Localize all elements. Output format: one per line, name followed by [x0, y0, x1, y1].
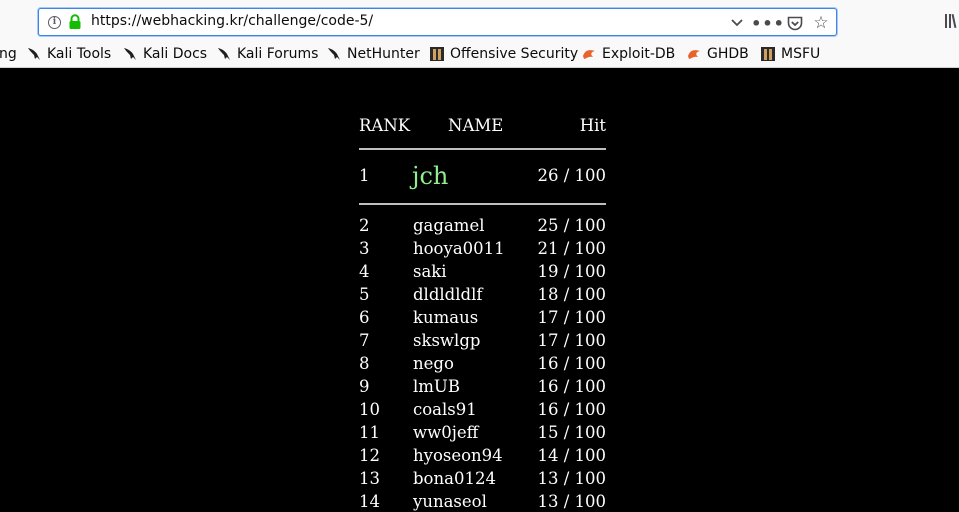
- name-cell: yunaseol: [413, 492, 487, 511]
- first-place-hit: 26 / 100: [537, 166, 606, 185]
- bookmark-item[interactable]: ng: [0, 44, 17, 64]
- name-cell: ww0jeff: [413, 423, 479, 442]
- bookmark-label: NetHunter: [347, 46, 420, 62]
- hit-cell: 18 / 100: [537, 285, 606, 304]
- rank-cell: 5: [359, 285, 370, 304]
- url-text[interactable]: https://webhacking.kr/challenge/code-5/: [91, 13, 373, 29]
- rank-cell: 13: [359, 469, 380, 488]
- more-actions-icon[interactable]: •••: [751, 13, 784, 33]
- bookmark-label: ng: [0, 46, 17, 62]
- address-bar[interactable]: i https://webhacking.kr/challenge/code-5…: [38, 8, 837, 36]
- hit-cell: 16 / 100: [537, 377, 606, 396]
- rank-cell: 7: [359, 331, 370, 350]
- first-place-name: jch: [412, 162, 449, 190]
- hit-cell: 15 / 100: [537, 423, 606, 442]
- hit-cell: 13 / 100: [537, 469, 606, 488]
- kali-dragon-icon: [28, 48, 40, 60]
- bookmark-exploit-db[interactable]: Exploit-DB: [581, 44, 675, 64]
- pocket-icon[interactable]: [786, 13, 804, 33]
- rank-header: RANK: [359, 116, 411, 135]
- name-cell: dldldldlf: [413, 285, 483, 304]
- bookmark-label: Exploit-DB: [602, 46, 676, 62]
- name-cell: saki: [413, 262, 447, 281]
- hit-cell: 13 / 100: [537, 492, 606, 511]
- hit-cell: 25 / 100: [537, 216, 606, 235]
- name-cell: bona0124: [413, 469, 496, 488]
- bookmark-label: MSFU: [781, 46, 821, 62]
- browser-toolbar: i https://webhacking.kr/challenge/code-5…: [0, 0, 959, 68]
- bookmark-label: Kali Forums: [237, 46, 319, 62]
- name-cell: lmUB: [413, 377, 460, 396]
- lock-icon[interactable]: [68, 14, 82, 30]
- first-place-rank: 1: [359, 166, 370, 185]
- rank-cell: 12: [359, 446, 380, 465]
- name-cell: hooya0011: [413, 239, 505, 258]
- name-cell: kumaus: [413, 308, 479, 327]
- page-content: RANK NAME Hit 1 jch 26 / 100 2 gagamel 2…: [0, 68, 959, 512]
- exploitdb-icon: [688, 50, 700, 59]
- exploitdb-icon: [583, 50, 595, 59]
- name-cell: gagamel: [413, 216, 485, 235]
- bookmark-offensive-security[interactable]: Offensive Security: [429, 44, 578, 64]
- name-cell: skswlgp: [413, 331, 481, 350]
- chevron-down-icon[interactable]: [729, 13, 745, 33]
- rank-cell: 9: [359, 377, 370, 396]
- rank-cell: 8: [359, 354, 370, 373]
- name-cell: hyoseon94: [413, 446, 503, 465]
- hit-header: Hit: [579, 116, 606, 135]
- bookmark-kali-docs[interactable]: Kali Docs: [122, 44, 207, 64]
- hit-cell: 17 / 100: [537, 308, 606, 327]
- rank-cell: 10: [359, 400, 380, 419]
- site-info-icon[interactable]: i: [48, 16, 61, 29]
- bookmark-kali-forums[interactable]: Kali Forums: [216, 44, 318, 64]
- kali-dragon-icon: [218, 48, 230, 60]
- rank-cell: 3: [359, 239, 370, 258]
- hit-cell: 19 / 100: [537, 262, 606, 281]
- name-cell: nego: [413, 354, 454, 373]
- offsec-icon: [430, 47, 444, 61]
- bookmark-label: Kali Docs: [143, 46, 208, 62]
- name-header: NAME: [448, 116, 504, 135]
- hit-cell: 16 / 100: [537, 400, 606, 419]
- hit-cell: 21 / 100: [537, 239, 606, 258]
- hit-cell: 17 / 100: [537, 331, 606, 350]
- name-cell: coals91: [413, 400, 477, 419]
- offsec-icon: [761, 47, 775, 61]
- kali-dragon-icon: [328, 48, 340, 60]
- bookmark-label: GHDB: [707, 46, 749, 62]
- rank-cell: 6: [359, 308, 370, 327]
- bookmark-star-icon[interactable]: ☆: [812, 13, 830, 33]
- rank-cell: 11: [359, 423, 380, 442]
- bookmark-label: Kali Tools: [47, 46, 112, 62]
- divider: [359, 203, 606, 205]
- bookmark-msfu[interactable]: MSFU: [760, 44, 820, 64]
- bookmark-label: Offensive Security: [450, 46, 579, 62]
- rank-cell: 4: [359, 262, 370, 281]
- bookmark-nethunter[interactable]: NetHunter: [326, 44, 420, 64]
- library-icon[interactable]: [944, 12, 959, 30]
- bookmark-kali-tools[interactable]: Kali Tools: [26, 44, 111, 64]
- hit-cell: 16 / 100: [537, 354, 606, 373]
- rank-cell: 2: [359, 216, 370, 235]
- hit-cell: 14 / 100: [537, 446, 606, 465]
- divider: [359, 148, 606, 150]
- kali-dragon-icon: [124, 48, 136, 60]
- rank-cell: 14: [359, 492, 380, 511]
- bookmark-ghdb[interactable]: GHDB: [686, 44, 749, 64]
